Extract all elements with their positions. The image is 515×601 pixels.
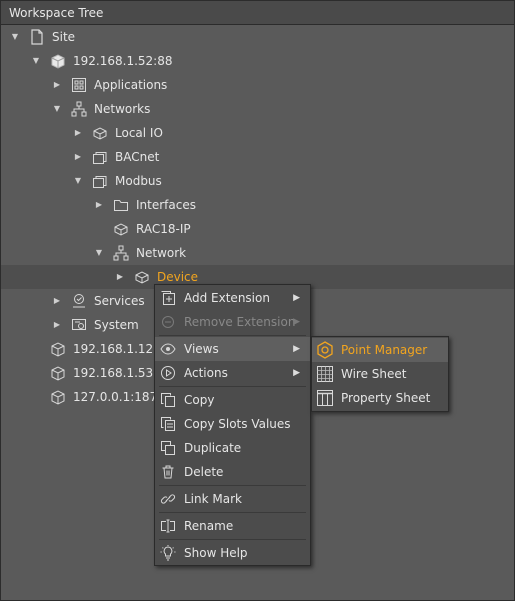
tree-node-label: Modbus [115, 174, 162, 188]
menu-separator [159, 539, 306, 540]
tree-node-label: 192.168.1.53:1 [73, 366, 165, 380]
menu-separator [159, 335, 306, 336]
copy-slots-icon [160, 416, 176, 432]
submenu-arrow-icon: ▶ [293, 344, 300, 354]
applications-icon [71, 77, 87, 93]
stack-icon [92, 173, 108, 189]
property-sheet-icon [316, 389, 334, 407]
device-icon [134, 269, 150, 285]
copy-icon [160, 392, 176, 408]
menu-separator [159, 386, 306, 387]
tree-node-label: System [94, 318, 139, 332]
tree-node-label: Site [52, 30, 76, 44]
add-extension-icon [160, 290, 176, 306]
chevron-right-icon[interactable]: ▶ [73, 121, 83, 145]
menu-item-add-extension[interactable]: Add Extension ▶ [155, 286, 310, 310]
wire-sheet-icon [316, 365, 334, 383]
tree-node-label: 192.168.1.123: [73, 342, 165, 356]
menu-separator [159, 512, 306, 513]
menu-item-duplicate[interactable]: Duplicate [155, 436, 310, 460]
tree-node-rac18-ip[interactable]: RAC18-IP [1, 217, 514, 241]
context-menu: Add Extension ▶ Remove Extension ▶ Views… [154, 284, 311, 566]
station-icon [50, 341, 66, 357]
submenu-arrow-icon: ▶ [293, 293, 300, 303]
tree-node-interfaces[interactable]: ▶ Interfaces [1, 193, 514, 217]
tree-node-label: Networks [94, 102, 151, 116]
submenu-arrow-icon: ▶ [293, 317, 300, 327]
menu-item-delete[interactable]: Delete [155, 460, 310, 484]
station-icon [50, 365, 66, 381]
tree-node-label: Applications [94, 78, 168, 92]
chevron-down-icon[interactable]: ▼ [31, 49, 41, 73]
menu-separator [159, 485, 306, 486]
menu-item-copy[interactable]: Copy [155, 388, 310, 412]
chevron-right-icon[interactable]: ▶ [52, 289, 62, 313]
trash-icon [160, 464, 176, 480]
tree-node-label: Local IO [115, 126, 163, 140]
tree-node-network[interactable]: ▼ Network [1, 241, 514, 265]
device-icon [92, 125, 108, 141]
folder-icon [113, 197, 129, 213]
tree-node-label: 192.168.1.52:88 [73, 54, 173, 68]
help-icon [160, 545, 176, 561]
chevron-right-icon[interactable]: ▶ [52, 73, 62, 97]
tree-node-label: Services [94, 294, 145, 308]
rename-icon [160, 518, 176, 534]
services-icon [71, 293, 87, 309]
remove-extension-icon [160, 314, 176, 330]
page-icon [29, 29, 45, 45]
menu-item-wire-sheet[interactable]: Wire Sheet [312, 362, 448, 386]
menu-item-property-sheet[interactable]: Property Sheet [312, 386, 448, 410]
play-icon [160, 365, 176, 381]
menu-item-actions[interactable]: Actions ▶ [155, 361, 310, 385]
stack-icon [92, 149, 108, 165]
tree-node-modbus[interactable]: ▼ Modbus [1, 169, 514, 193]
chevron-down-icon[interactable]: ▼ [73, 169, 83, 193]
device-icon [113, 221, 129, 237]
tree-node-networks[interactable]: ▼ Networks [1, 97, 514, 121]
menu-item-rename[interactable]: Rename [155, 514, 310, 538]
tree-node-applications[interactable]: ▶ Applications [1, 73, 514, 97]
networks-icon [113, 245, 129, 261]
menu-item-point-manager[interactable]: Point Manager [312, 338, 448, 362]
tree-node-label: RAC18-IP [136, 222, 191, 236]
station-icon [50, 389, 66, 405]
chevron-right-icon[interactable]: ▶ [115, 265, 125, 289]
tree-node-local-io[interactable]: ▶ Local IO [1, 121, 514, 145]
station-icon [50, 53, 66, 69]
panel-title: Workspace Tree [1, 1, 514, 25]
system-icon [71, 317, 87, 333]
tree-node-bacnet[interactable]: ▶ BACnet [1, 145, 514, 169]
tree-node-label: Interfaces [136, 198, 196, 212]
menu-item-remove-extension[interactable]: Remove Extension ▶ [155, 310, 310, 334]
tree-node-label: 127.0.0.1:1876 [73, 390, 165, 404]
duplicate-icon [160, 440, 176, 456]
networks-icon [71, 101, 87, 117]
eye-icon [160, 341, 176, 357]
chevron-down-icon[interactable]: ▼ [52, 97, 62, 121]
chevron-right-icon[interactable]: ▶ [73, 145, 83, 169]
chevron-down-icon[interactable]: ▼ [10, 25, 20, 49]
point-manager-icon [316, 341, 334, 359]
menu-item-views[interactable]: Views ▶ [155, 337, 310, 361]
menu-item-show-help[interactable]: Show Help [155, 541, 310, 565]
submenu-arrow-icon: ▶ [293, 368, 300, 378]
views-submenu: Point Manager Wire Sheet Property Sheet [311, 336, 449, 412]
chevron-down-icon[interactable]: ▼ [94, 241, 104, 265]
tree-node-label: Network [136, 246, 187, 260]
chevron-right-icon[interactable]: ▶ [94, 193, 104, 217]
link-icon [160, 491, 176, 507]
chevron-right-icon[interactable]: ▶ [52, 313, 62, 337]
tree-node-station[interactable]: ▼ 192.168.1.52:88 [1, 49, 514, 73]
menu-item-copy-slots-values[interactable]: Copy Slots Values [155, 412, 310, 436]
tree-node-site[interactable]: ▼ Site [1, 25, 514, 49]
tree-node-label: BACnet [115, 150, 160, 164]
menu-item-link-mark[interactable]: Link Mark [155, 487, 310, 511]
